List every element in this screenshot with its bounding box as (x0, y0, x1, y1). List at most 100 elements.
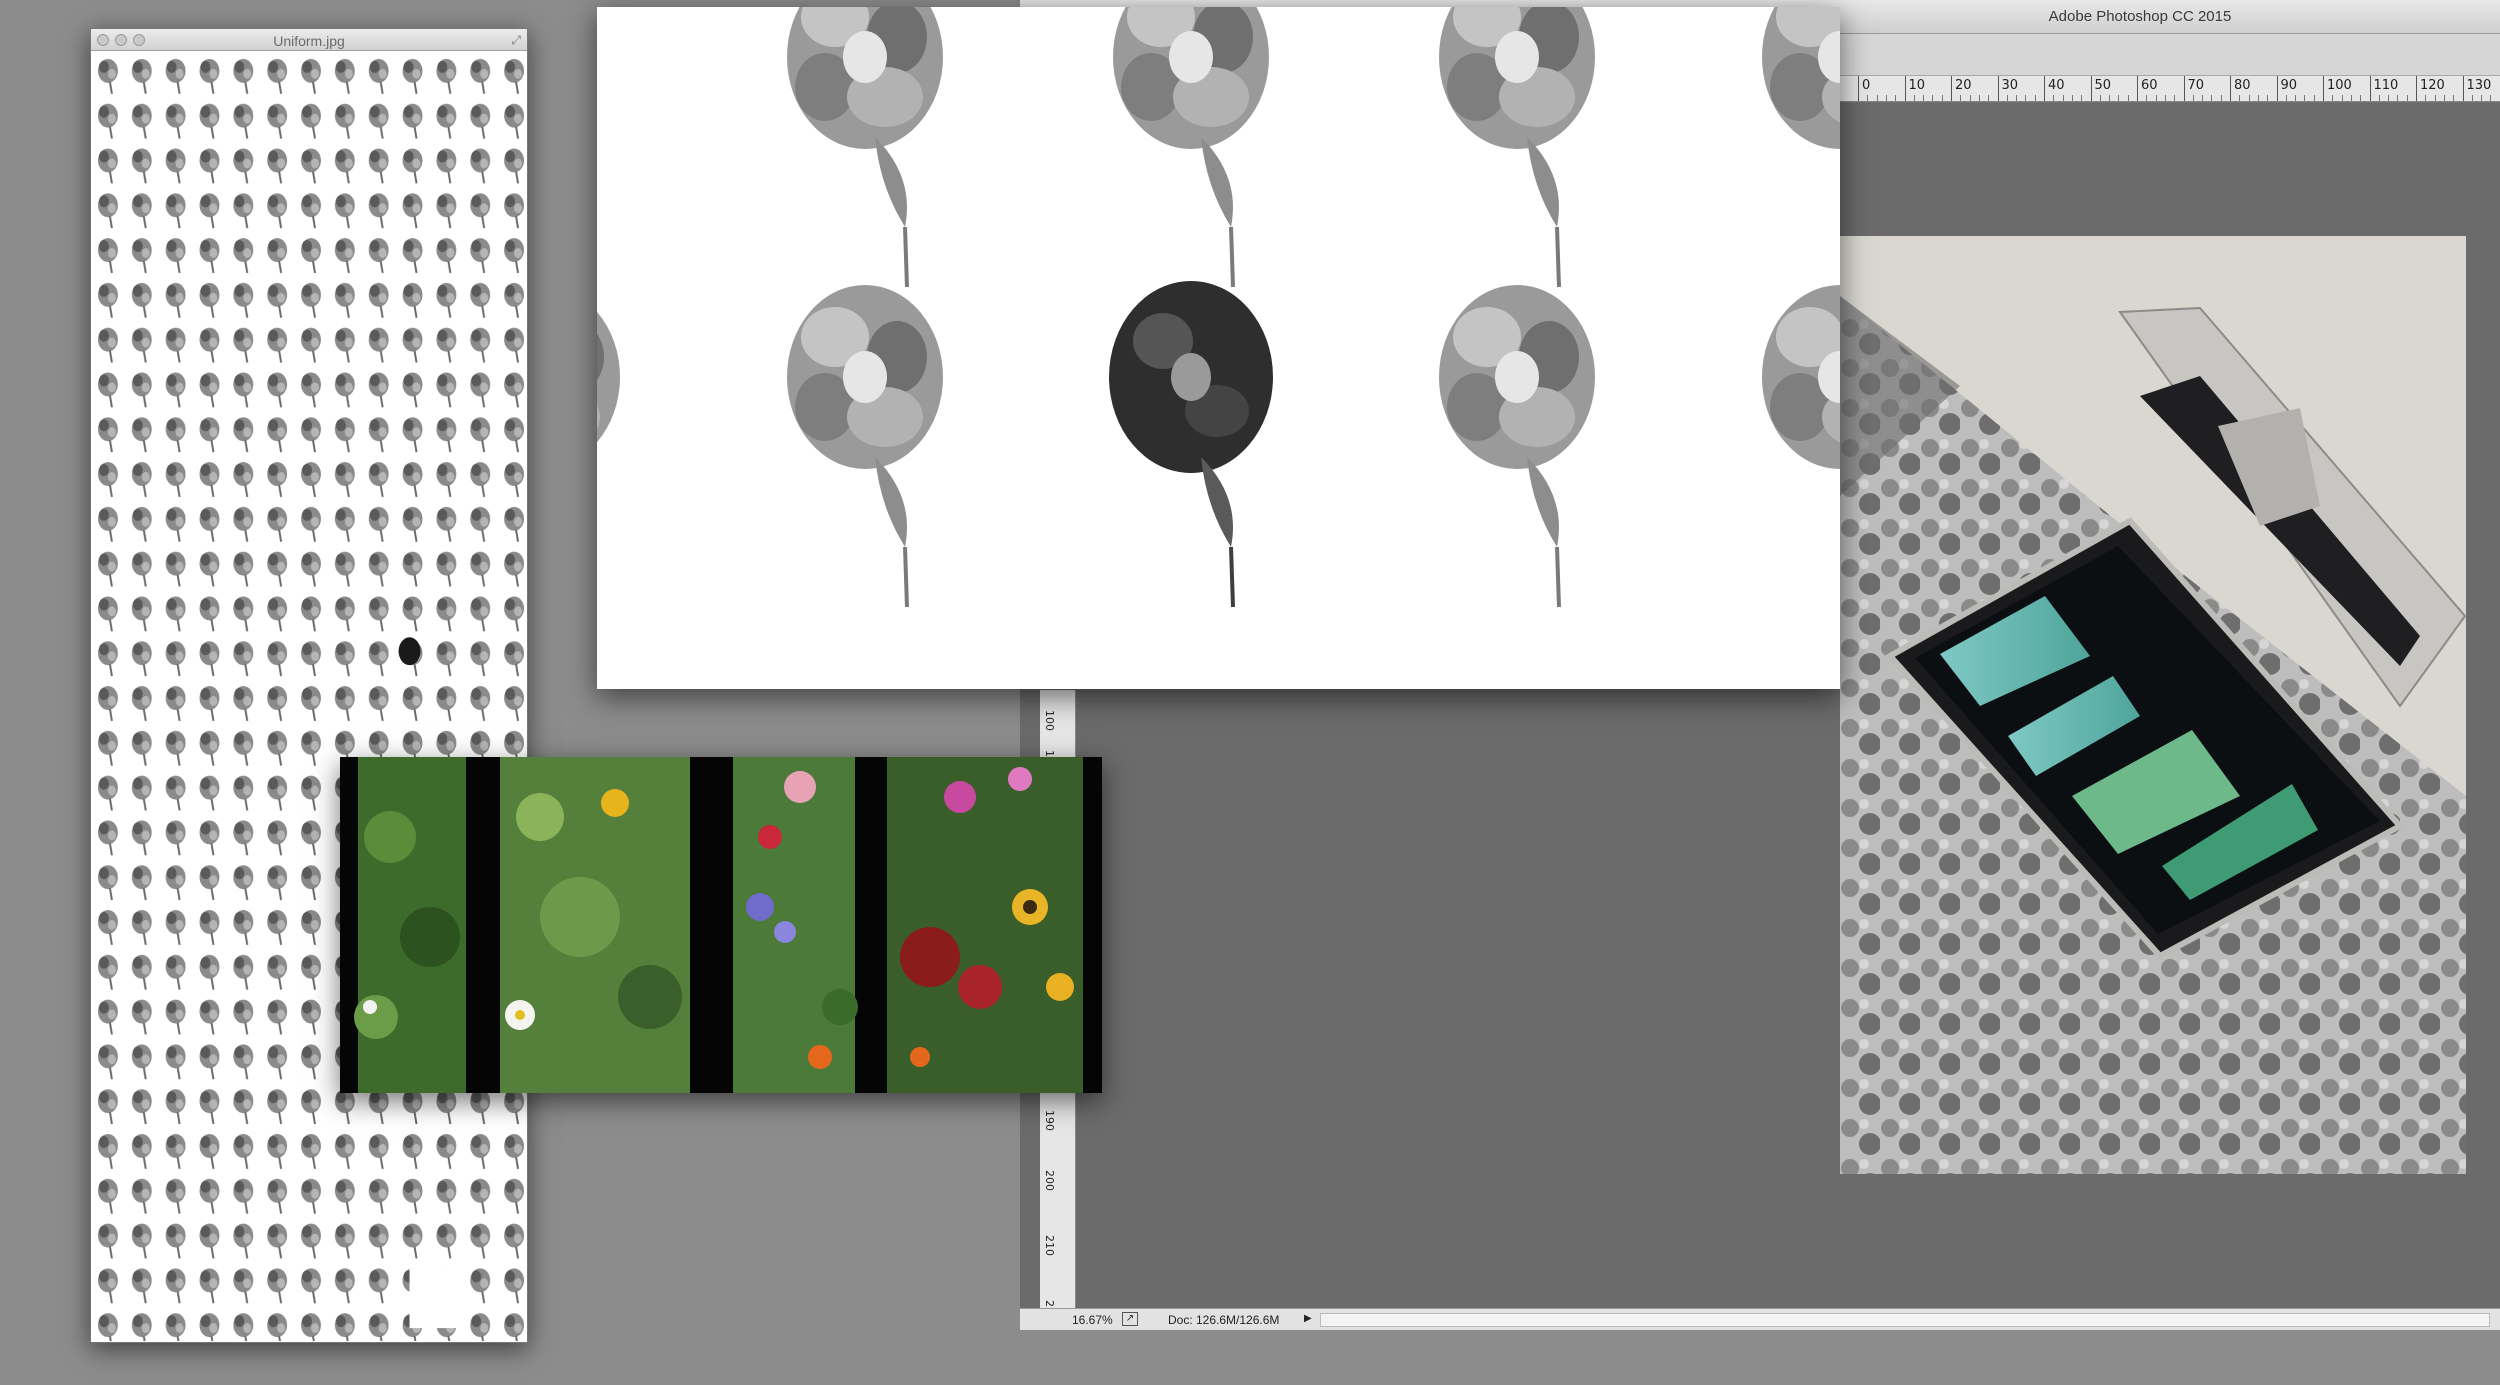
floral-pattern-image (597, 7, 1840, 689)
ruler-label: 100 (2327, 78, 2352, 93)
ruler-tick (2137, 76, 2138, 101)
ruler-minor-tick (2239, 95, 2241, 101)
ruler-tick (2090, 76, 2092, 101)
ruler-minor-tick (2053, 95, 2055, 101)
ruler-minor-tick (1969, 95, 1971, 101)
flower-strip (733, 757, 858, 1093)
ruler-minor-tick (1978, 95, 1980, 101)
ruler-minor-tick (2471, 95, 2473, 101)
ruler-minor-tick (1913, 95, 1915, 101)
ruler-tick (2369, 76, 2371, 101)
ruler-minor-tick (2202, 95, 2204, 101)
status-bar: 16.67% ↗ Doc: 126.6M/126.6M ▶ (1020, 1308, 2500, 1330)
laptop-photo-image (1840, 236, 2466, 1174)
ruler-label: 10 (1908, 78, 1926, 93)
ruler-tick (2230, 76, 2231, 101)
ruler-minor-tick (1988, 95, 1990, 101)
ruler-minor-tick (2016, 95, 2018, 101)
ruler-tick (2323, 76, 2324, 101)
ruler-minor-tick (2164, 95, 2166, 101)
ruler-minor-tick (2257, 95, 2259, 101)
ruler-label: 90 (2280, 78, 2298, 93)
ruler-minor-tick (1923, 95, 1925, 101)
ruler-minor-tick (2453, 95, 2455, 101)
floral-pattern-document[interactable] (597, 7, 1840, 689)
ruler-minor-tick (2155, 95, 2157, 101)
ruler-tick (2183, 76, 2185, 101)
vertical-ruler-label: 210 (1043, 1235, 1056, 1256)
ruler-minor-tick (1895, 95, 1897, 101)
flower-strips-image (340, 757, 1102, 1093)
ruler-tick (2416, 76, 2417, 101)
zoom-level[interactable]: 16.67% (1072, 1313, 1113, 1327)
ruler-minor-tick (2425, 95, 2427, 101)
ruler-minor-tick (2481, 95, 2483, 101)
export-icon[interactable]: ↗ (1122, 1312, 1138, 1326)
ruler-minor-tick (2388, 95, 2390, 101)
ruler-label: 50 (2094, 78, 2112, 93)
ruler-tick (2276, 76, 2278, 101)
ruler-minor-tick (2146, 95, 2148, 101)
ruler-minor-tick (2490, 95, 2492, 101)
ruler-minor-tick (2378, 95, 2380, 101)
ruler-minor-tick (2304, 95, 2306, 101)
ruler-minor-tick (2034, 95, 2036, 101)
ruler-minor-tick (2434, 95, 2436, 101)
ruler-label: 110 (2373, 78, 2399, 93)
ruler-tick (1904, 76, 1906, 101)
vertical-ruler-label: 190 (1043, 1110, 1056, 1131)
document-titlebar[interactable]: Uniform.jpg ⤢ (91, 29, 527, 51)
ruler-tick (1858, 76, 1859, 101)
document-title: Uniform.jpg (273, 33, 345, 49)
ruler-label: 40 (2048, 78, 2065, 93)
uniform-document-window[interactable]: Uniform.jpg ⤢ (90, 28, 528, 1343)
ruler-tick (1997, 76, 1999, 101)
ruler-minor-tick (2267, 95, 2269, 101)
ruler-minor-tick (2025, 95, 2027, 101)
ruler-label: 60 (2141, 78, 2158, 93)
ruler-minor-tick (1885, 95, 1887, 101)
ruler-minor-tick (2127, 95, 2129, 101)
uniform-pattern-image (91, 53, 527, 1342)
ruler-minor-tick (2350, 95, 2352, 101)
ruler-minor-tick (2332, 95, 2334, 101)
ruler-minor-tick (2006, 95, 2008, 101)
ruler-minor-tick (2341, 95, 2343, 101)
ruler-minor-tick (2109, 95, 2111, 101)
ruler-tick (1951, 76, 1952, 101)
ruler-minor-tick (2192, 95, 2194, 101)
ruler-label: 20 (1955, 78, 1972, 93)
ruler-minor-tick (1876, 95, 1878, 101)
flower-strip (500, 757, 690, 1093)
vertical-ruler-label: 200 (1043, 1170, 1056, 1191)
ruler-label: 120 (2420, 78, 2445, 93)
ruler-minor-tick (2313, 95, 2315, 101)
ruler-minor-tick (2220, 95, 2222, 101)
ruler-tick (2462, 76, 2464, 101)
ruler-label: 30 (2001, 78, 2019, 93)
vertical-ruler-label: 100 (1043, 710, 1056, 731)
ruler-minor-tick (1941, 95, 1943, 101)
ruler-minor-tick (2174, 95, 2176, 101)
doc-size: Doc: 126.6M/126.6M (1168, 1313, 1280, 1327)
flower-strips-document[interactable] (340, 757, 1102, 1093)
horizontal-scrollbar[interactable] (1320, 1313, 2490, 1327)
ruler-minor-tick (2081, 95, 2083, 101)
ruler-minor-tick (1867, 95, 1869, 101)
fullscreen-icon[interactable]: ⤢ (511, 33, 521, 48)
ruler-minor-tick (1932, 95, 1934, 101)
ruler-minor-tick (2248, 95, 2250, 101)
ruler-label: 0 (1862, 78, 1871, 93)
ruler-minor-tick (1960, 95, 1962, 101)
ruler-minor-tick (2406, 95, 2408, 101)
ruler-minor-tick (2071, 95, 2073, 101)
ruler-label: 130 (2466, 78, 2492, 93)
ruler-minor-tick (2211, 95, 2213, 101)
status-menu-arrow-icon[interactable]: ▶ (1304, 1313, 1312, 1324)
ruler-minor-tick (2062, 95, 2064, 101)
flower-strip (354, 757, 466, 1093)
ruler-minor-tick (2360, 95, 2362, 101)
ruler-minor-tick (2118, 95, 2120, 101)
horizontal-ruler[interactable]: 010203040506070809010011012013014 (1840, 76, 2500, 102)
ruler-label: 70 (2187, 78, 2205, 93)
